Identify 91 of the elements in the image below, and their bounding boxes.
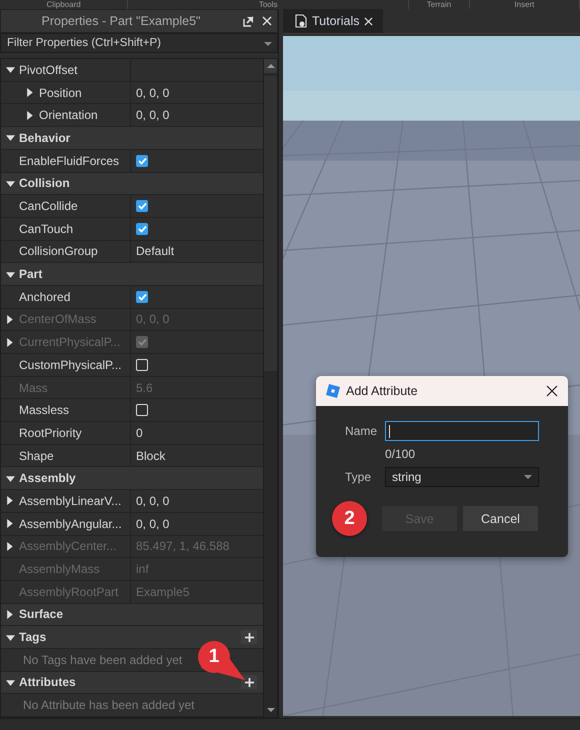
- property-name: AssemblyCenter...: [19, 539, 116, 554]
- add-button[interactable]: [241, 675, 257, 690]
- property-value: 5.6: [136, 380, 153, 395]
- property-value: Example5: [136, 584, 190, 599]
- checkbox[interactable]: [136, 154, 148, 167]
- section-title: Behavior: [19, 130, 72, 145]
- section-title: Attributes: [19, 675, 77, 690]
- caret-right-icon[interactable]: [6, 610, 14, 619]
- section-header[interactable]: Part: [1, 263, 263, 285]
- caret-right-icon[interactable]: [26, 88, 34, 98]
- type-dropdown[interactable]: string: [385, 467, 539, 487]
- add-button[interactable]: [241, 630, 257, 644]
- property-name: EnableFluidForces: [19, 154, 120, 168]
- property-name: AssemblyRootPart: [19, 584, 118, 599]
- dropdown-arrow-icon[interactable]: [264, 40, 272, 47]
- tab[interactable]: Tutorials: [283, 9, 384, 33]
- caret-down-icon[interactable]: [6, 632, 14, 642]
- property-name: CanCollide: [19, 199, 78, 214]
- document-icon: [295, 14, 307, 28]
- property-name: CurrentPhysicalP...: [19, 335, 120, 350]
- checkbox[interactable]: [136, 200, 148, 212]
- property-name: AssemblyMass: [19, 562, 100, 576]
- property-value: 0, 0, 0: [136, 516, 170, 531]
- caret-right-icon[interactable]: [6, 496, 14, 506]
- property-value: 85.497, 1, 46.588: [136, 539, 230, 554]
- close-icon[interactable]: [546, 385, 558, 397]
- property-name: CollisionGroup: [19, 244, 98, 258]
- property-name: Mass: [19, 380, 48, 395]
- empty-message: No Attribute has been added yet: [23, 698, 194, 712]
- section-header[interactable]: Collision: [1, 172, 263, 194]
- panel-title: Properties - Part "Example5": [40, 14, 202, 28]
- property-name: AssemblyAngular...: [19, 516, 122, 531]
- property-name: CanTouch: [19, 222, 74, 236]
- scroll-down-icon[interactable]: [266, 707, 274, 713]
- dropdown-arrow-icon: [524, 474, 532, 480]
- caret-down-icon[interactable]: [6, 678, 14, 687]
- checkbox[interactable]: [136, 222, 148, 235]
- property-value: 0, 0, 0: [136, 86, 170, 100]
- property-value: Block: [136, 448, 166, 463]
- caret-down-icon[interactable]: [6, 474, 14, 483]
- checkbox[interactable]: [136, 290, 148, 303]
- property-name: AssemblyLinearV...: [19, 494, 122, 508]
- property-name: CenterOfMass: [19, 312, 96, 326]
- field-label: Name: [345, 424, 378, 438]
- scrollbar[interactable]: [263, 59, 277, 717]
- property-value: 0, 0, 0: [136, 494, 170, 508]
- character-counter: 0/100: [385, 446, 416, 463]
- scroll-up-icon[interactable]: [266, 63, 274, 70]
- plus-icon: [244, 632, 254, 642]
- property-value: Default: [136, 244, 174, 258]
- caret-down-icon[interactable]: [6, 270, 14, 279]
- property-name: PivotOffset: [19, 62, 78, 77]
- section-header[interactable]: Surface: [1, 604, 263, 626]
- caret-right-icon[interactable]: [6, 519, 14, 528]
- property-value: 0, 0, 0: [136, 108, 170, 122]
- section-header[interactable]: Behavior: [1, 127, 263, 149]
- section-title: Assembly: [19, 471, 77, 486]
- caret-down-icon[interactable]: [6, 133, 14, 142]
- undock-icon[interactable]: [243, 14, 255, 27]
- property-value: inf: [136, 562, 149, 576]
- property-name: RootPriority: [19, 426, 82, 440]
- section-title: Surface: [19, 607, 64, 622]
- field-label: Type: [345, 470, 372, 484]
- dialog-title: Add Attribute: [346, 384, 419, 398]
- property-name: Orientation: [39, 108, 98, 122]
- section-title: Tags: [19, 630, 48, 644]
- name-field[interactable]: [385, 421, 539, 441]
- property-name: Position: [39, 86, 82, 100]
- checkbox[interactable]: [136, 404, 148, 416]
- toolbar-label[interactable]: Insert: [514, 0, 534, 9]
- property-value: 0, 0, 0: [136, 312, 170, 326]
- checkbox[interactable]: [136, 358, 148, 371]
- property-name: Shape: [19, 448, 54, 463]
- section-title: Part: [19, 267, 44, 282]
- dialog-button[interactable]: Cancel: [463, 506, 538, 531]
- property-value: 0: [136, 426, 143, 440]
- empty-message: No Tags have been added yet: [23, 652, 182, 667]
- toolbar-label[interactable]: Tools: [258, 0, 278, 9]
- toolbar-label[interactable]: Clipboard: [46, 0, 81, 9]
- app-logo-icon: [326, 384, 340, 398]
- filter-field[interactable]: Filter Properties (Ctrl+Shift+P): [0, 32, 278, 54]
- plus-icon: [244, 678, 254, 687]
- property-name: Anchored: [19, 290, 70, 304]
- section-title: Collision: [19, 176, 71, 190]
- section-header[interactable]: Assembly: [1, 467, 263, 490]
- property-name: CustomPhysicalP...: [19, 358, 122, 372]
- toolbar-label[interactable]: Terrain: [426, 0, 452, 9]
- property-name: Massless: [19, 403, 70, 418]
- caret-down-icon[interactable]: [6, 178, 14, 188]
- caret-right-icon[interactable]: [26, 110, 34, 120]
- caret-down-icon[interactable]: [6, 65, 14, 74]
